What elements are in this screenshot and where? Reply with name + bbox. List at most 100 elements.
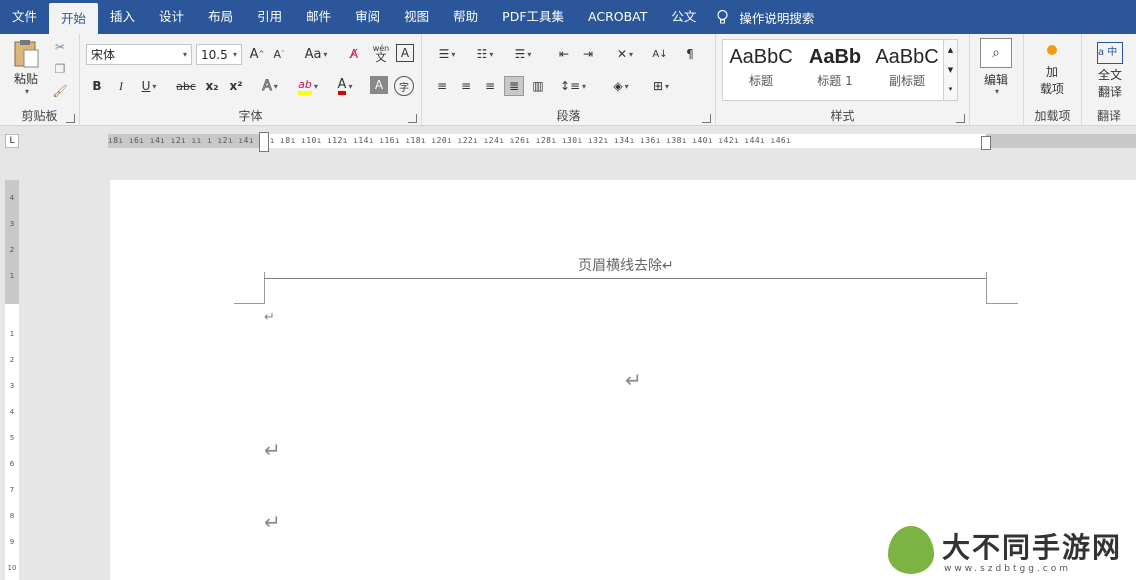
vruler-num: 1 (9, 272, 15, 280)
header-border-line[interactable] (264, 278, 986, 279)
font-color-button[interactable]: A ▾ (330, 76, 360, 96)
style-heading-1[interactable]: AaBb 标题 1 (799, 40, 871, 100)
scroll-down-icon[interactable]: ▼ (944, 60, 957, 80)
tab-official-doc[interactable]: 公文 (659, 0, 708, 34)
style-heading[interactable]: AaBbC 标题 (725, 40, 797, 100)
font-dialog-launcher[interactable] (408, 114, 417, 123)
find-button[interactable]: ⌕ (980, 38, 1012, 68)
superscript-button[interactable]: x² (226, 76, 246, 96)
tab-references[interactable]: 引用 (245, 0, 294, 34)
character-shading-button[interactable]: A (370, 76, 388, 94)
numbering-button[interactable]: ☷ ▾ (470, 44, 500, 64)
vertical-ruler[interactable]: 4 3 2 1 1 2 3 4 5 6 7 8 9 10 (5, 180, 19, 580)
addins-button[interactable]: 加 载项 (1030, 40, 1074, 102)
underline-button[interactable]: U ▾ (136, 76, 162, 96)
tab-selector[interactable]: L (5, 134, 19, 148)
change-case-button[interactable]: Aa ▾ (300, 44, 332, 64)
addins-btn-line1: 加 (1045, 65, 1058, 79)
character-border-icon: A (400, 46, 410, 60)
strikethrough-button[interactable]: abc (174, 76, 198, 96)
shrink-font-button[interactable]: Aˇ (270, 44, 288, 64)
vruler-num: 2 (9, 356, 15, 364)
watermark-url: www.szdbtgg.com (944, 564, 1071, 574)
right-indent-marker[interactable] (981, 136, 991, 150)
show-hide-marks-button[interactable]: ¶ (680, 44, 700, 64)
justify-button[interactable]: ≣ (504, 76, 524, 96)
scroll-up-icon[interactable]: ▲ (944, 40, 957, 60)
distributed-button[interactable]: ▥ (528, 76, 548, 96)
indent-marker[interactable] (259, 132, 269, 152)
line-spacing-icon: ↕≡ (559, 79, 581, 93)
paragraph-mark[interactable]: ↵ (625, 368, 642, 392)
chinese-layout-button[interactable]: ✕ ▾ (610, 44, 640, 64)
paragraph-mark[interactable]: ↵ (264, 438, 281, 462)
shading-button[interactable]: ◈ ▾ (606, 76, 636, 96)
styles-dialog-launcher[interactable] (956, 114, 965, 123)
tab-view[interactable]: 视图 (392, 0, 441, 34)
tab-layout[interactable]: 布局 (196, 0, 245, 34)
underline-icon: U (141, 79, 151, 93)
align-center-button[interactable]: ≡ (456, 76, 476, 96)
grow-font-button[interactable]: A ^ (248, 44, 266, 64)
multilevel-list-button[interactable]: ☴ ▾ (508, 44, 538, 64)
clipboard-dialog-launcher[interactable] (66, 114, 75, 123)
paragraph-mark[interactable]: ↵ (264, 510, 281, 534)
character-border-button[interactable]: A (396, 44, 414, 62)
vruler-num: 8 (9, 512, 15, 520)
tab-pdf-tools[interactable]: PDF工具集 (490, 0, 576, 34)
full-text-translate-button[interactable]: a 中 全文 翻译 (1088, 40, 1132, 102)
subscript-button[interactable]: x₂ (202, 76, 222, 96)
highlight-button[interactable]: ab ▾ (292, 76, 324, 96)
tab-review[interactable]: 审阅 (343, 0, 392, 34)
tab-insert[interactable]: 插入 (98, 0, 147, 34)
tab-mailings[interactable]: 邮件 (294, 0, 343, 34)
tab-file[interactable]: 文件 (0, 0, 49, 34)
change-case-icon: Aa (304, 46, 322, 62)
font-name-combo[interactable]: 宋体 ▾ (86, 44, 192, 65)
bold-button[interactable]: B (88, 76, 106, 96)
phonetic-guide-button[interactable]: wén 文 (370, 42, 392, 64)
paragraph-dialog-launcher[interactable] (702, 114, 711, 123)
styles-gallery: AaBbC 标题 AaBb 标题 1 AaBbC 副标题 ▲ ▼ ▾ (722, 39, 958, 101)
style-subtitle[interactable]: AaBbC 副标题 (871, 40, 943, 100)
tell-me-label: 操作说明搜索 (739, 10, 815, 26)
more-styles-icon[interactable]: ▾ (944, 80, 957, 98)
tab-design[interactable]: 设计 (147, 0, 196, 34)
vruler-num: 3 (9, 382, 15, 390)
header-text[interactable]: 页眉横线去除↵ (578, 255, 674, 275)
sort-button[interactable]: A↓ (650, 44, 670, 64)
styles-scrollbar[interactable]: ▲ ▼ ▾ (943, 40, 957, 100)
clear-formatting-button[interactable]: A̸ (344, 44, 364, 64)
format-painter-button[interactable]: 🖌 (50, 82, 70, 100)
text-effects-button[interactable]: A ▾ (256, 76, 284, 96)
tell-me-search[interactable]: 操作说明搜索 (716, 8, 814, 27)
bullets-button[interactable]: ☰ ▾ (432, 44, 462, 64)
line-spacing-button[interactable]: ↕≡ ▾ (558, 76, 588, 96)
chevron-down-icon[interactable]: ▾ (990, 86, 1002, 96)
copy-button[interactable]: ❐ (50, 60, 70, 78)
vruler-num: 4 (9, 194, 15, 202)
font-size-combo[interactable]: 10.5 ▾ (196, 44, 242, 65)
ribbon-tab-bar: 文件 开始 插入 设计 布局 引用 邮件 审阅 视图 帮助 PDF工具集 ACR… (0, 0, 1136, 34)
tab-home[interactable]: 开始 (49, 3, 99, 34)
tab-help[interactable]: 帮助 (441, 0, 490, 34)
style-heading-1-name: 标题 1 (817, 74, 853, 88)
decrease-indent-button[interactable]: ⇤ (554, 44, 574, 64)
align-right-button[interactable]: ≡ (480, 76, 500, 96)
italic-button[interactable]: I (112, 76, 130, 96)
increase-indent-button[interactable]: ⇥ (578, 44, 598, 64)
crop-mark (264, 272, 265, 304)
brush-icon: 🖌 (52, 84, 68, 98)
document-page[interactable]: 页眉横线去除↵ ↵ ↵ ↵ ↵ (110, 180, 1136, 580)
horizontal-ruler[interactable]: ı8ı ı6ı ı4ı ı2ı ıı ı ı2ı ı4ı ı6ı ı8ı ı10… (108, 132, 1136, 152)
indent-icon: ⇥ (582, 47, 594, 61)
borders-button[interactable]: ⊞ ▾ (646, 76, 676, 96)
paste-button[interactable]: 粘贴 ▾ (8, 38, 44, 96)
font-name-value: 宋体 (91, 48, 116, 62)
align-left-button[interactable]: ≡ (432, 76, 452, 96)
tab-acrobat[interactable]: ACROBAT (576, 0, 659, 34)
style-heading-preview: AaBbC (729, 46, 793, 68)
enclose-characters-button[interactable]: 字 (394, 76, 414, 96)
cut-button[interactable]: ✂ (50, 38, 70, 56)
paragraph-mark[interactable]: ↵ (264, 310, 275, 325)
